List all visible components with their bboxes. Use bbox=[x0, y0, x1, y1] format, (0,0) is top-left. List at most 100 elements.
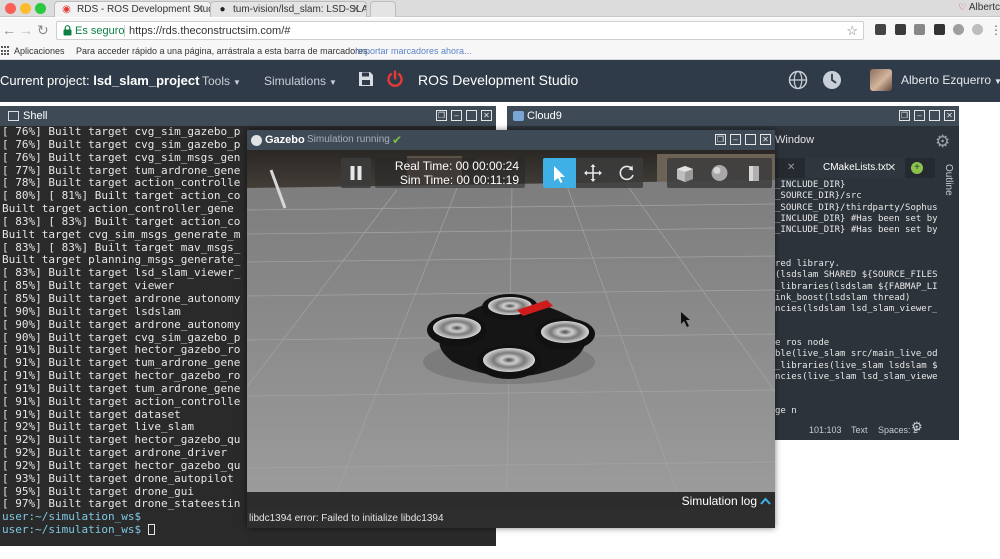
maximize-window-icon[interactable] bbox=[929, 110, 940, 121]
forward-arrow-icon[interactable]: → bbox=[19, 22, 33, 38]
maximize-window-icon[interactable] bbox=[466, 110, 477, 121]
apps-link[interactable]: Aplicaciones bbox=[14, 43, 65, 59]
code-line: _INCLUDE_DIR} #Has been set by bbox=[775, 225, 937, 236]
restore-window-icon[interactable]: ❐ bbox=[715, 134, 726, 145]
simulations-menu[interactable]: Simulations ▼ bbox=[264, 74, 337, 88]
simulation-log-output: libdc1394 error: Failed to initialize li… bbox=[247, 510, 775, 528]
import-bookmarks-link[interactable]: Importar marcadores ahora... bbox=[355, 43, 472, 59]
window-controls: ❐ – ✕ bbox=[715, 134, 771, 145]
outline-panel-toggle[interactable]: Outline bbox=[938, 164, 954, 196]
code-line: ge n bbox=[775, 405, 797, 416]
power-icon[interactable] bbox=[386, 70, 404, 88]
code-line: _libraries(lsdslam ${FABMAP_LIB bbox=[775, 281, 937, 292]
extension-icon[interactable] bbox=[934, 24, 945, 35]
pause-button[interactable] bbox=[341, 158, 371, 188]
simulation-log-label: Simulation log bbox=[681, 494, 757, 508]
close-tab-icon[interactable]: ✕ bbox=[787, 158, 795, 178]
cylinder-shape-icon[interactable] bbox=[737, 158, 772, 188]
close-tab-icon[interactable]: ✕ bbox=[887, 158, 896, 178]
minimize-window-icon[interactable] bbox=[20, 3, 31, 14]
simulation-log-bar[interactable]: Simulation log bbox=[247, 492, 775, 510]
bookmarks-bar: Aplicaciones Para acceder rápido a una p… bbox=[0, 43, 1000, 60]
apps-grid-icon[interactable] bbox=[1, 46, 11, 56]
browser-tab-strip: ◉ RDS - ROS Development Studi ✕ ● tum-vi… bbox=[0, 0, 1000, 17]
browser-toolbar: ← → ↻ Es seguro https://rds.theconstruct… bbox=[0, 18, 1000, 43]
profile-name[interactable]: ♡ Albertc bbox=[958, 0, 1000, 15]
syntax-mode[interactable]: Text bbox=[851, 422, 868, 438]
terminal-prompt: user:~/simulation_ws$ bbox=[2, 523, 142, 537]
close-window-icon[interactable]: ✕ bbox=[481, 110, 492, 121]
browser-tab-github[interactable]: ● tum-vision/lsd_slam: LSD-SLA ✕ bbox=[210, 1, 367, 17]
avatar[interactable] bbox=[870, 69, 892, 91]
close-window-icon[interactable] bbox=[5, 3, 16, 14]
maximize-window-icon[interactable] bbox=[745, 134, 756, 145]
github-favicon-icon: ● bbox=[219, 4, 226, 15]
restore-window-icon[interactable]: ❐ bbox=[436, 110, 447, 121]
minimize-window-icon[interactable]: – bbox=[451, 110, 462, 121]
user-menu[interactable]: Alberto Ezquerro ▼ bbox=[901, 73, 1000, 87]
extension-icon[interactable] bbox=[953, 24, 964, 35]
tools-menu[interactable]: Tools ▼ bbox=[202, 74, 241, 88]
profile-icon: ♡ bbox=[958, 2, 969, 12]
cloud9-title-bar[interactable]: Cloud9 ❐ – ✕ bbox=[507, 106, 959, 126]
window-menu[interactable]: Window bbox=[775, 134, 814, 146]
caret-down-icon: ▼ bbox=[233, 78, 241, 87]
back-arrow-icon[interactable]: ← bbox=[2, 22, 16, 38]
new-tab-button[interactable] bbox=[370, 1, 396, 17]
extension-icon[interactable] bbox=[914, 24, 925, 35]
reload-icon[interactable]: ↻ bbox=[37, 22, 49, 38]
close-window-icon[interactable]: ✕ bbox=[760, 134, 771, 145]
select-mode-button[interactable] bbox=[543, 158, 576, 188]
close-window-icon[interactable]: ✕ bbox=[944, 110, 955, 121]
shell-title-bar[interactable]: Shell ❐ – ✕ bbox=[0, 106, 496, 126]
extension-icon[interactable] bbox=[972, 24, 983, 35]
lock-icon bbox=[63, 25, 72, 36]
address-bar[interactable]: Es seguro https://rds.theconstructsim.co… bbox=[56, 21, 864, 40]
simulation-viewport[interactable] bbox=[247, 150, 775, 492]
code-line: _INCLUDE_DIR} #Has been set by bbox=[775, 213, 937, 224]
extension-icon[interactable] bbox=[895, 24, 906, 35]
code-editor[interactable]: _INCLUDE_DIR} _SOURCE_DIR}/src _SOURCE_DIR… bbox=[775, 180, 937, 420]
terminal-icon bbox=[8, 111, 19, 121]
translate-mode-icon[interactable] bbox=[576, 158, 610, 188]
panel-title: Cloud9 bbox=[527, 110, 562, 122]
code-line: ncies(lsdslam lsd_slam_viewer_g bbox=[775, 304, 937, 315]
chevron-up-icon[interactable] bbox=[760, 496, 771, 506]
cloud9-icon bbox=[513, 111, 524, 121]
minimize-window-icon[interactable]: – bbox=[730, 134, 741, 145]
editor-settings-gear-icon[interactable]: ⚙ bbox=[911, 419, 923, 435]
zoom-window-icon[interactable] bbox=[35, 3, 46, 14]
gear-icon[interactable]: ⚙ bbox=[935, 132, 950, 152]
browser-tab-rds[interactable]: ◉ RDS - ROS Development Studi ✕ bbox=[54, 1, 211, 17]
add-tab-icon[interactable]: + bbox=[911, 162, 923, 174]
close-tab-icon[interactable]: ✕ bbox=[352, 2, 360, 17]
browser-menu-icon[interactable]: ⋮ bbox=[990, 22, 1000, 38]
restore-window-icon[interactable]: ❐ bbox=[899, 110, 910, 121]
check-icon: ✔ bbox=[392, 133, 403, 147]
bookmarks-hint: Para acceder rápido a una página, arrást… bbox=[76, 46, 371, 56]
gazebo-title-bar[interactable]: Gazebo Simulation running ✔ ❐ – ✕ bbox=[247, 130, 775, 150]
caret-down-icon: ▼ bbox=[994, 77, 1000, 86]
rotate-mode-icon[interactable] bbox=[610, 158, 643, 188]
pause-icon bbox=[350, 166, 362, 180]
window-controls: ❐ – ✕ bbox=[436, 110, 492, 121]
gazebo-icon bbox=[251, 135, 262, 146]
extension-icon[interactable] bbox=[875, 24, 886, 35]
code-line: _libraries(live_slam lsdslam ${ bbox=[775, 360, 937, 371]
sphere-shape-icon[interactable] bbox=[702, 158, 737, 188]
cursor-position[interactable]: 101:103 bbox=[809, 422, 842, 438]
clock-icon[interactable] bbox=[822, 70, 842, 90]
url-text[interactable]: https://rds.theconstructsim.com/# bbox=[129, 24, 290, 38]
save-icon[interactable] bbox=[358, 71, 374, 87]
project-name: lsd_slam_project bbox=[93, 73, 200, 88]
box-shape-icon[interactable] bbox=[667, 158, 702, 188]
minimize-window-icon[interactable]: – bbox=[914, 110, 925, 121]
bookmark-star-icon[interactable]: ☆ bbox=[846, 23, 858, 38]
manipulation-toolbar bbox=[543, 158, 643, 188]
rds-header: Current project: lsd_slam_project Tools ▼… bbox=[0, 60, 1000, 102]
globe-icon[interactable] bbox=[788, 70, 808, 90]
close-tab-icon[interactable]: ✕ bbox=[196, 2, 204, 17]
